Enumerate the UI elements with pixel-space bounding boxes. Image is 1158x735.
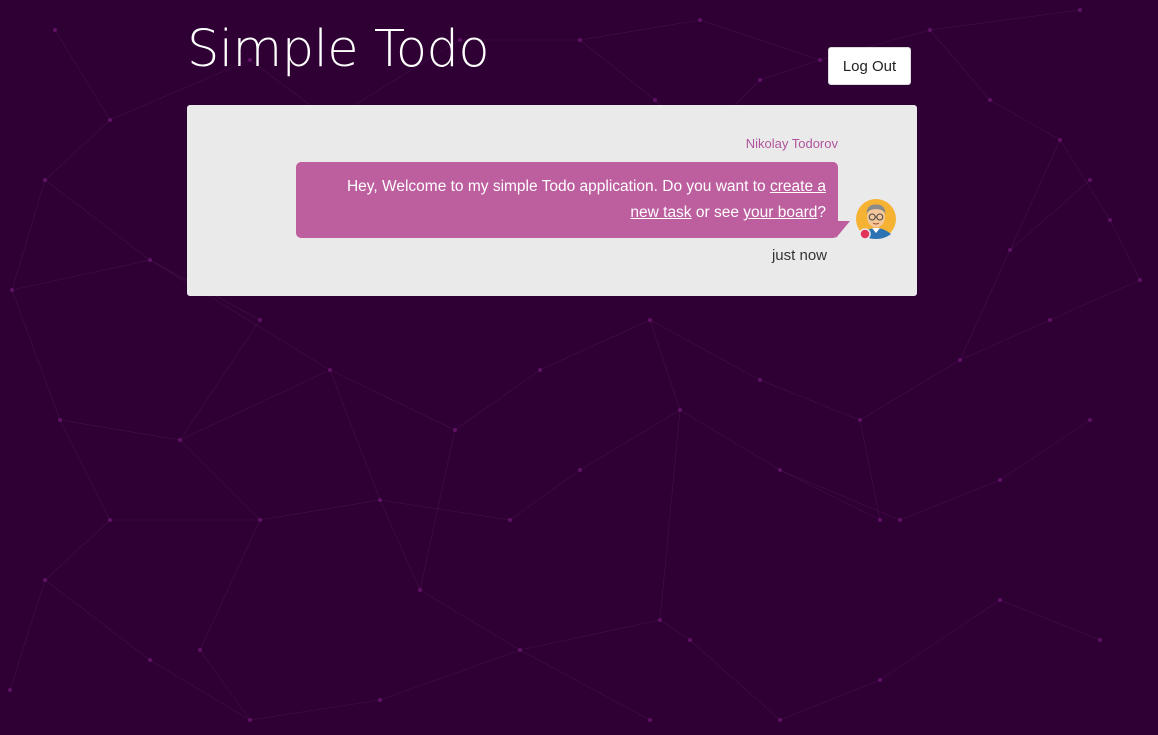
page-title: Simple Todo: [187, 20, 490, 79]
user-avatar-icon: [856, 199, 896, 240]
status-dot-icon: [859, 228, 871, 240]
message-timestamp: just now: [771, 247, 827, 264]
sender-name: Nikolay Todorov: [745, 136, 838, 151]
message-bubble: Hey, Welcome to my simple Todo applicati…: [296, 162, 838, 238]
message-text: ?: [817, 204, 826, 221]
message-text: or see: [691, 204, 744, 221]
message-text: Hey, Welcome to my simple Todo applicati…: [346, 178, 770, 195]
your-board-link[interactable]: your board: [743, 204, 817, 221]
chat-panel: Nikolay Todorov Hey, Welcome to my simpl…: [187, 105, 917, 296]
bubble-tail: [836, 221, 850, 238]
logout-button[interactable]: Log Out: [828, 47, 911, 85]
